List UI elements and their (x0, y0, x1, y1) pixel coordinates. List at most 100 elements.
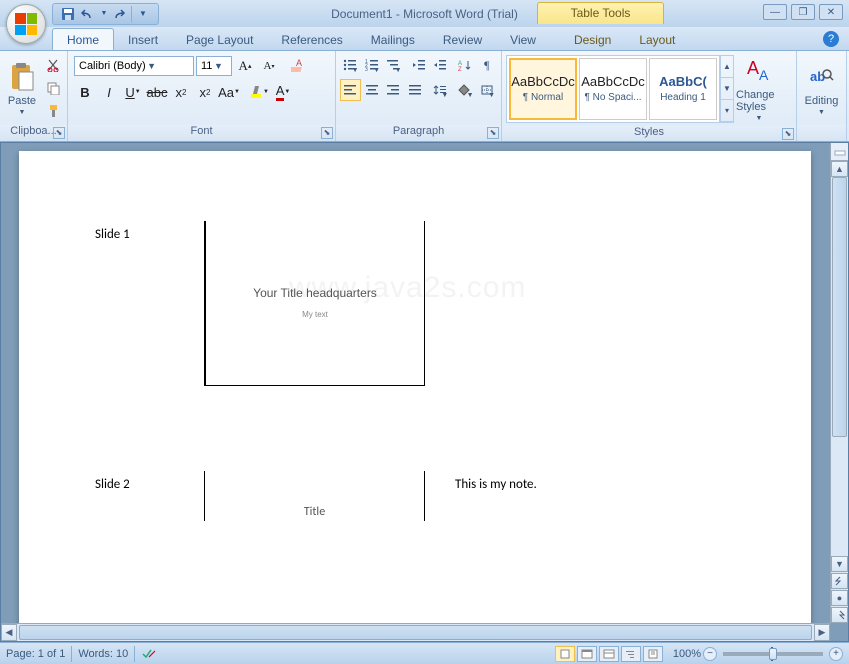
undo-dropdown[interactable]: ▼ (99, 5, 109, 23)
note-cell[interactable]: This is my note. (425, 471, 645, 521)
tab-insert[interactable]: Insert (114, 29, 172, 50)
justify-button[interactable] (405, 79, 426, 101)
scroll-down-button[interactable]: ▼ (831, 556, 848, 572)
next-page-button[interactable] (831, 607, 848, 623)
font-name-combo[interactable]: Calibri (Body)▼ (74, 56, 194, 76)
styles-launcher[interactable]: ⬊ (782, 128, 794, 140)
document-scroll[interactable]: www.java2s.com Slide 1 Your Title headqu… (1, 143, 830, 623)
gallery-down-button[interactable]: ▼ (721, 78, 733, 100)
font-launcher[interactable]: ⬊ (321, 127, 333, 139)
view-full-screen[interactable] (577, 646, 597, 662)
qat-customize[interactable]: ▼ (134, 5, 152, 23)
multilevel-list-button[interactable]: ▼ (383, 54, 404, 76)
tab-view[interactable]: View (496, 29, 550, 50)
paste-label: Paste (8, 95, 36, 107)
view-print-layout[interactable] (555, 646, 575, 662)
underline-button[interactable]: U▼ (122, 81, 144, 103)
numbering-button[interactable]: 123▼ (362, 54, 383, 76)
highlight-button[interactable]: ▼ (248, 81, 270, 103)
undo-button[interactable] (79, 5, 97, 23)
proofing-icon[interactable] (141, 647, 157, 661)
zoom-slider-thumb[interactable] (769, 648, 777, 660)
style-heading-1[interactable]: AaBbC( Heading 1 (649, 58, 717, 120)
status-words[interactable]: Words: 10 (78, 648, 128, 660)
slide-cell[interactable]: Your Title headquarters My text (205, 221, 425, 386)
tab-home[interactable]: Home (52, 28, 114, 50)
font-color-button[interactable]: A▼ (272, 81, 294, 103)
slide-label[interactable]: Slide 2 (95, 471, 205, 521)
slide-label[interactable]: Slide 1 (95, 221, 205, 386)
tab-references[interactable]: References (267, 29, 356, 50)
style-no-spacing[interactable]: AaBbCcDc ¶ No Spaci... (579, 58, 647, 120)
cut-button[interactable] (42, 55, 64, 75)
horizontal-scrollbar[interactable]: ◀ ▶ (1, 623, 830, 641)
tab-layout[interactable]: Layout (625, 29, 689, 50)
zoom-level[interactable]: 100% (673, 648, 701, 660)
save-icon[interactable] (59, 5, 77, 23)
change-styles-icon: AA (743, 55, 775, 87)
show-hide-button[interactable]: ¶ (477, 54, 498, 76)
shrink-font-button[interactable]: A▾ (258, 55, 280, 77)
close-button[interactable]: ✕ (819, 4, 843, 20)
increase-indent-button[interactable] (430, 54, 451, 76)
clear-formatting-button[interactable]: A (288, 55, 310, 77)
align-right-button[interactable] (383, 79, 404, 101)
select-browse-object-button[interactable]: ● (831, 590, 848, 606)
gallery-more-button[interactable]: ▾ (721, 100, 733, 122)
paragraph-launcher[interactable]: ⬊ (487, 127, 499, 139)
bullets-button[interactable]: ▼ (340, 54, 361, 76)
shading-button[interactable]: ▼ (455, 79, 476, 101)
format-painter-button[interactable] (42, 101, 64, 121)
tab-page-layout[interactable]: Page Layout (172, 29, 267, 50)
svg-text:Z: Z (458, 67, 462, 71)
superscript-button[interactable]: x2 (194, 81, 216, 103)
zoom-slider[interactable] (723, 652, 823, 656)
view-draft[interactable] (643, 646, 663, 662)
status-page[interactable]: Page: 1 of 1 (6, 648, 65, 660)
clipboard-launcher[interactable]: ⬊ (53, 127, 65, 139)
ruler-toggle[interactable] (830, 143, 848, 161)
document-page[interactable]: www.java2s.com Slide 1 Your Title headqu… (19, 151, 811, 623)
subscript-button[interactable]: x2 (170, 81, 192, 103)
align-left-button[interactable] (340, 79, 361, 101)
change-styles-button[interactable]: AA Change Styles ▼ (734, 53, 784, 124)
copy-button[interactable] (42, 78, 64, 98)
tab-review[interactable]: Review (429, 29, 496, 50)
borders-button[interactable]: ▼ (477, 79, 498, 101)
minimize-button[interactable]: — (763, 4, 787, 20)
sort-button[interactable]: AZ (455, 54, 476, 76)
paste-button[interactable]: Paste ▼ (4, 53, 40, 123)
italic-button[interactable]: I (98, 81, 120, 103)
editing-button[interactable]: ab Editing ▼ (801, 53, 842, 123)
tab-design[interactable]: Design (560, 29, 625, 50)
change-case-button[interactable]: Aa▼ (218, 81, 240, 103)
zoom-out-button[interactable]: − (703, 647, 717, 661)
zoom-in-button[interactable]: + (829, 647, 843, 661)
view-web-layout[interactable] (599, 646, 619, 662)
tab-mailings[interactable]: Mailings (357, 29, 429, 50)
restore-button[interactable]: ❐ (791, 4, 815, 20)
slide-cell[interactable]: Title (205, 471, 425, 521)
align-center-button[interactable] (362, 79, 383, 101)
vertical-scrollbar[interactable]: ▲ ▼ ● (830, 161, 848, 623)
grow-font-button[interactable]: A▴ (234, 55, 256, 77)
scroll-right-button[interactable]: ▶ (814, 624, 830, 641)
office-button[interactable] (6, 4, 46, 44)
font-size-combo[interactable]: 11▼ (196, 56, 232, 76)
bold-button[interactable]: B (74, 81, 96, 103)
strikethrough-button[interactable]: abc (146, 81, 168, 103)
scroll-up-button[interactable]: ▲ (831, 161, 848, 177)
help-icon[interactable]: ? (823, 31, 839, 47)
redo-button[interactable] (111, 5, 129, 23)
style-normal[interactable]: AaBbCcDc ¶ Normal (509, 58, 577, 120)
clipboard-group-label: Clipboa...⬊ (0, 125, 67, 141)
prev-page-button[interactable] (831, 573, 848, 589)
scroll-left-button[interactable]: ◀ (1, 624, 17, 641)
scroll-thumb[interactable] (832, 177, 847, 437)
decrease-indent-button[interactable] (408, 54, 429, 76)
scroll-thumb[interactable] (19, 625, 812, 640)
line-spacing-button[interactable]: ▼ (430, 79, 451, 101)
view-outline[interactable] (621, 646, 641, 662)
gallery-up-button[interactable]: ▲ (721, 56, 733, 78)
gallery-scroll: ▲ ▼ ▾ (720, 55, 734, 123)
